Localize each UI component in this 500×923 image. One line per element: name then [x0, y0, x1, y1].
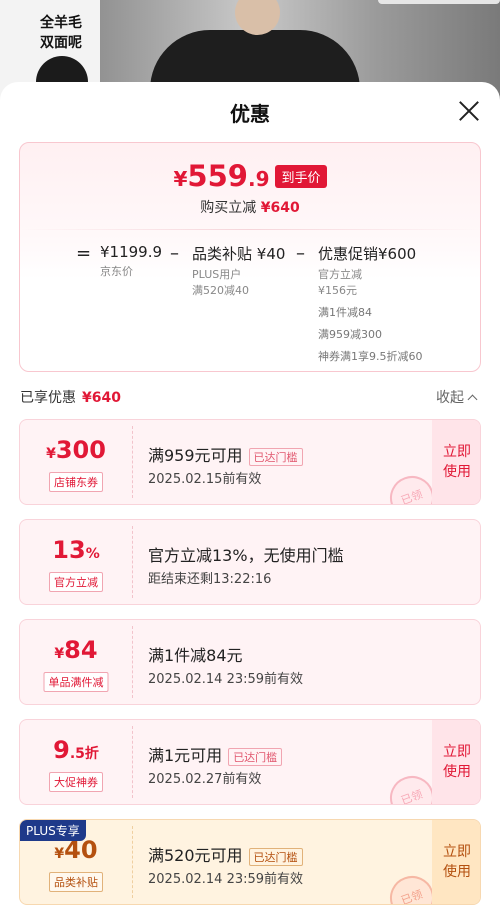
coupon-value: 13%: [52, 536, 100, 564]
promo-title: 优惠促销¥600: [318, 245, 417, 263]
coupon-description: 满959元可用 已达门槛: [148, 442, 303, 466]
reached-threshold-badge: 已达门槛: [248, 447, 303, 466]
promo-note-official-amount: ¥156元: [318, 284, 357, 297]
price-summary-box: ¥559.9 到手价 购买立减 ¥640 = ¥1199.9 京东价 – 品类补贴…: [19, 142, 481, 372]
promo-note-official: 官方立减: [318, 268, 362, 281]
coupon-separator: [132, 726, 133, 798]
coupon-validity: 2025.02.14 23:59前有效: [148, 872, 304, 887]
use-now-button[interactable]: 立即 使用: [432, 420, 480, 504]
subsidy-note-threshold: 满520减40: [192, 284, 249, 297]
coupon-description: 官方立减13%，无使用门槛: [148, 546, 344, 565]
bought-discount-line: 购买立减 ¥640: [200, 200, 300, 216]
hero-label-fabric: 双面呢: [40, 35, 82, 51]
base-price: ¥1199.9: [100, 243, 163, 261]
coupon-value-area: 9.5折 大促神券: [20, 720, 132, 804]
coupon-value: 9.5折: [53, 736, 99, 764]
minus-sign-1: –: [170, 243, 179, 264]
coupon-type-label: 店铺东券: [49, 472, 103, 492]
summary-divider: [20, 229, 480, 230]
plus-exclusive-badge: PLUS专享: [20, 820, 86, 841]
coupon-type-label: 官方立减: [49, 572, 103, 592]
coupon-value: ¥300: [46, 436, 106, 464]
subsidy-note-plus: PLUS用户: [192, 268, 242, 281]
coupon-card-promo[interactable]: 9.5折 大促神券 满1元可用 已达门槛 2025.02.27前有效 已领 立即使…: [19, 719, 481, 805]
coupon-validity: 2025.02.14 23:59前有效: [148, 672, 304, 687]
enjoyed-discount: 已享优惠 ¥640: [20, 390, 121, 406]
use-now-button[interactable]: 立即 使用: [432, 820, 480, 904]
close-icon[interactable]: [456, 98, 482, 124]
coupon-value-area: ¥84 单品满件减: [20, 620, 132, 704]
coupon-validity: 2025.02.27前有效: [148, 772, 262, 787]
coupon-separator: [132, 426, 133, 498]
coupon-card-single-item[interactable]: ¥84 单品满件减 满1件减84元 2025.02.14 23:59前有效: [19, 619, 481, 705]
coupon-card-plus-subsidy[interactable]: ¥40 品类补贴 PLUS专享 满520元可用 已达门槛 2025.02.14 2…: [19, 819, 481, 905]
promo-note-coupon: 神券满1享9.5折减60: [318, 350, 423, 363]
coupon-value: ¥84: [54, 636, 98, 664]
final-price-line: ¥559.9 到手价: [20, 159, 480, 193]
coupon-validity: 2025.02.15前有效: [148, 472, 262, 487]
coupon-description: 满1元可用 已达门槛: [148, 742, 283, 766]
coupon-value-area: ¥300 店铺东券: [20, 420, 132, 504]
coupon-type-label: 品类补贴: [49, 872, 103, 892]
subsidy-title: 品类补贴 ¥40: [192, 245, 286, 263]
coupon-card-official[interactable]: 13% 官方立减 官方立减13%，无使用门槛 距结束还剩13:22:16: [19, 519, 481, 605]
sheet-title: 优惠: [230, 102, 270, 126]
minus-sign-2: –: [296, 243, 305, 264]
equals-sign: =: [76, 243, 92, 264]
chevron-up-icon: [467, 394, 478, 405]
promo-note-piece: 满1件减84: [318, 306, 372, 319]
coupon-description: 满520元可用 已达门槛: [148, 842, 303, 866]
promo-column: 优惠促销¥600 官方立减 ¥156元 满1件减84 满959减300 神券满1…: [318, 243, 423, 365]
promo-note-threshold: 满959减300: [318, 328, 382, 341]
coupon-separator: [132, 626, 133, 698]
final-price: ¥559.9: [173, 159, 270, 193]
base-price-column: ¥1199.9 京东价: [100, 243, 162, 280]
reached-threshold-badge: 已达门槛: [228, 747, 283, 766]
coupon-separator: [132, 826, 133, 898]
hero-label-material: 全羊毛: [40, 15, 82, 31]
coupon-type-label: 单品满件减: [43, 672, 109, 692]
discount-sheet: 优惠 ¥559.9 到手价 购买立减 ¥640 = ¥1199.9 京东价 – 品…: [0, 82, 500, 923]
coupon-separator: [132, 526, 133, 598]
subsidy-column: 品类补贴 ¥40 PLUS用户 满520减40: [192, 243, 285, 299]
coupon-type-label: 大促神券: [49, 772, 103, 792]
base-price-label: 京东价: [100, 265, 133, 278]
price-tag-badge: 到手价: [275, 164, 327, 188]
reached-threshold-badge: 已达门槛: [248, 847, 303, 866]
use-now-button[interactable]: 立即 使用: [432, 720, 480, 804]
coupon-card-store[interactable]: ¥300 店铺东券 满959元可用 已达门槛 2025.02.15前有效 已领 立…: [19, 419, 481, 505]
collapse-button[interactable]: 收起: [436, 387, 478, 407]
coupon-value-area: 13% 官方立减: [20, 520, 132, 604]
coupon-countdown: 距结束还剩13:22:16: [148, 572, 272, 587]
coupon-description: 满1件减84元: [148, 646, 243, 665]
hero-top-pill: [378, 0, 500, 4]
